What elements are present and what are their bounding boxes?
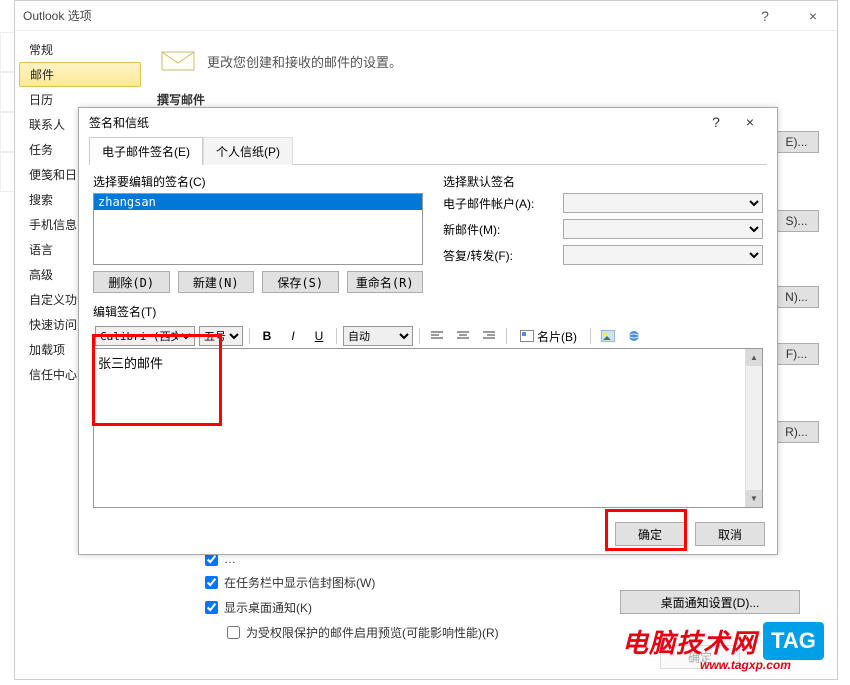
sig-toolbar: Calibri (西文] 五号 B I U 自动 名片(B) xyxy=(93,324,763,348)
account-select[interactable] xyxy=(563,193,763,213)
cb-rights-preview[interactable] xyxy=(227,626,240,639)
cb-desktop-notif[interactable] xyxy=(205,601,218,614)
right-btn-f[interactable]: F)... xyxy=(774,343,819,365)
hyperlink-button[interactable] xyxy=(623,326,645,346)
close-button[interactable]: × xyxy=(797,8,829,24)
rename-button[interactable]: 重命名(R) xyxy=(347,271,424,293)
tab-personal-stationery[interactable]: 个人信纸(P) xyxy=(203,137,293,165)
sig-help-button[interactable]: ? xyxy=(699,114,733,130)
sig-title: 签名和信纸 xyxy=(89,114,699,131)
cb-taskbar-envelope[interactable] xyxy=(205,576,218,589)
signature-list[interactable]: zhangsan xyxy=(93,193,423,265)
vcard-icon xyxy=(520,330,534,342)
sig-titlebar: 签名和信纸 ? × xyxy=(79,108,777,136)
default-signature-label: 选择默认签名 xyxy=(443,173,763,190)
align-center-button[interactable] xyxy=(452,326,474,346)
section-compose: 撰写邮件 xyxy=(157,91,825,108)
business-card-button[interactable]: 名片(B) xyxy=(513,326,584,346)
right-btn-n[interactable]: N)... xyxy=(774,286,819,308)
font-select[interactable]: Calibri (西文] xyxy=(95,326,195,346)
cb-desktop-label: 显示桌面通知(K) xyxy=(224,599,312,616)
select-signature-label: 选择要编辑的签名(C) xyxy=(93,173,423,190)
image-button[interactable] xyxy=(597,326,619,346)
cancel-button[interactable]: 取消 xyxy=(695,522,765,546)
scroll-up-icon[interactable]: ▲ xyxy=(746,349,762,366)
logo-text: 电脑技术网 xyxy=(622,623,757,660)
newmail-label: 新邮件(M): xyxy=(443,221,563,238)
sidebar-item-mail[interactable]: 邮件 xyxy=(19,62,141,87)
underline-button[interactable]: U xyxy=(308,326,330,346)
account-label: 电子邮件帐户(A): xyxy=(443,195,563,212)
tab-email-signature[interactable]: 电子邮件签名(E) xyxy=(89,137,203,165)
left-tab-strip xyxy=(0,32,14,332)
right-btn-s[interactable]: S)... xyxy=(774,210,819,232)
titlebar: Outlook 选项 ? × xyxy=(15,1,837,31)
cb-taskbar-label: 在任务栏中显示信封图标(W) xyxy=(224,574,375,591)
cb-rights-label: 为受权限保护的邮件启用预览(可能影响性能)(R) xyxy=(246,624,499,641)
ok-button[interactable]: 确定 xyxy=(615,522,685,546)
right-btn-r[interactable]: R)... xyxy=(774,421,819,443)
mail-icon xyxy=(161,49,195,73)
sig-close-button[interactable]: × xyxy=(733,114,767,130)
new-button[interactable]: 新建(N) xyxy=(178,271,255,293)
window-title: Outlook 选项 xyxy=(23,7,749,24)
sidebar-item-general[interactable]: 常规 xyxy=(19,37,141,62)
signature-editor[interactable] xyxy=(93,348,763,508)
right-btn-e[interactable]: E)... xyxy=(774,131,819,153)
tag-box: TAG xyxy=(763,622,824,660)
help-button[interactable]: ? xyxy=(749,8,781,24)
main-header-text: 更改您创建和接收的邮件的设置。 xyxy=(207,52,402,71)
bold-button[interactable]: B xyxy=(256,326,278,346)
scroll-down-icon[interactable]: ▼ xyxy=(746,490,762,507)
save-button[interactable]: 保存(S) xyxy=(262,271,339,293)
edit-signature-label: 编辑签名(T) xyxy=(93,303,763,320)
watermark-logo: 电脑技术网 TAG xyxy=(622,622,824,660)
signature-dialog: 签名和信纸 ? × 电子邮件签名(E) 个人信纸(P) 选择要编辑的签名(C) … xyxy=(78,107,778,555)
reply-select[interactable] xyxy=(563,245,763,265)
delete-button[interactable]: 删除(D) xyxy=(93,271,170,293)
align-left-button[interactable] xyxy=(426,326,448,346)
color-select[interactable]: 自动 xyxy=(343,326,413,346)
signature-list-item[interactable]: zhangsan xyxy=(94,194,422,210)
align-right-button[interactable] xyxy=(478,326,500,346)
size-select[interactable]: 五号 xyxy=(199,326,243,346)
editor-scrollbar[interactable]: ▲ ▼ xyxy=(745,349,762,507)
italic-button[interactable]: I xyxy=(282,326,304,346)
reply-label: 答复/转发(F): xyxy=(443,247,563,264)
desktop-notif-settings-button[interactable]: 桌面通知设置(D)... xyxy=(620,590,800,614)
newmail-select[interactable] xyxy=(563,219,763,239)
logo-url: www.tagxp.com xyxy=(700,658,791,672)
